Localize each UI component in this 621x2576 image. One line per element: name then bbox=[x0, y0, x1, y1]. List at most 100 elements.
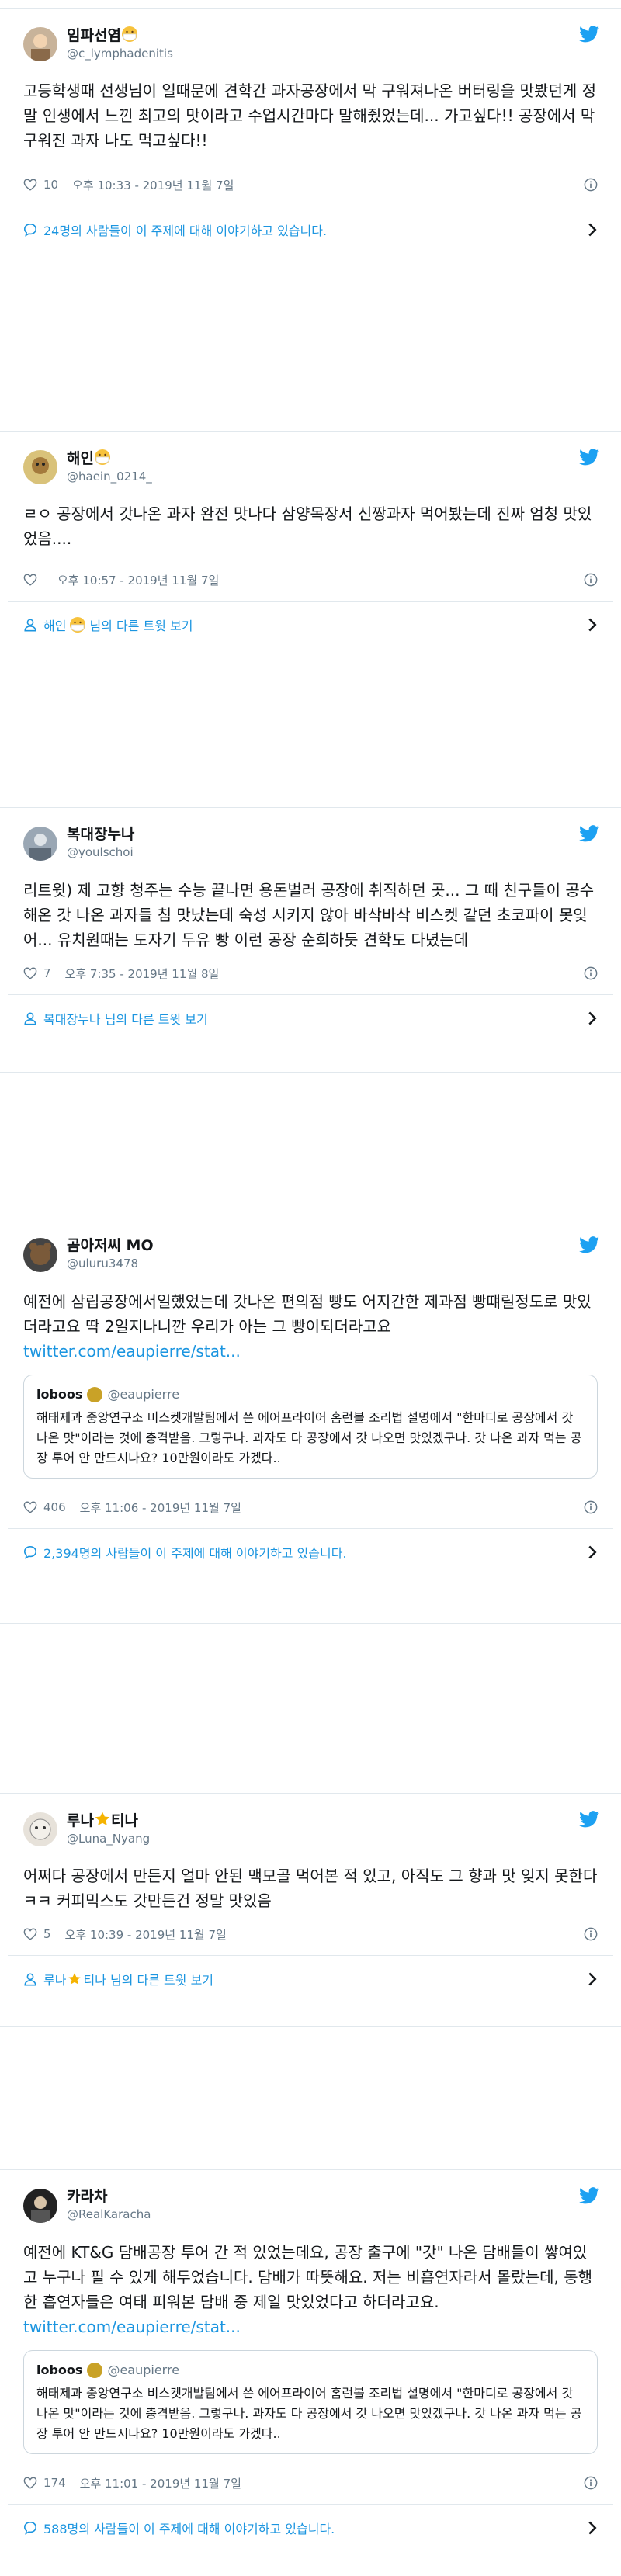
timestamp[interactable]: 오후 7:35 - 2019년 11월 8일 bbox=[65, 966, 220, 982]
timestamp[interactable]: 오후 10:33 - 2019년 11월 7일 bbox=[72, 177, 234, 193]
mask-emoji-icon bbox=[121, 26, 138, 43]
info-icon[interactable] bbox=[584, 1927, 598, 1941]
tweet-link[interactable]: twitter.com/eaupierre/stat... bbox=[23, 2318, 241, 2336]
quoted-tweet[interactable]: loboos @eaupierre 해태제과 중앙연구소 비스켓개발팀에서 쓴 … bbox=[23, 1375, 598, 1479]
timestamp[interactable]: 오후 10:39 - 2019년 11월 7일 bbox=[65, 1926, 227, 1943]
heart-icon[interactable] bbox=[23, 1927, 37, 1941]
profile-link[interactable]: 복대장누나 님의 다른 트윗 보기 bbox=[8, 994, 613, 1042]
twitter-bird-icon[interactable] bbox=[579, 26, 599, 43]
profile-link-suffix: 님의 다른 트윗 보기 bbox=[104, 1012, 208, 1027]
conversation-link[interactable]: 24명의 사람들이 이 주제에 대해 이야기하고 있습니다. bbox=[8, 206, 613, 253]
handle[interactable]: @c_lymphadenitis bbox=[67, 45, 173, 62]
tweet-text-body: 예전에 KT&G 담배공장 투어 간 적 있었는데요, 공장 출구에 "갓" 나… bbox=[23, 2243, 593, 2311]
profile-link-name: 루나 bbox=[43, 1973, 67, 1988]
tweet-text: 어쩌다 공장에서 만든지 얼마 안된 맥모골 먹어본 적 있고, 아직도 그 향… bbox=[23, 1867, 598, 1910]
display-name[interactable]: 복대장누나 bbox=[67, 825, 134, 844]
handle[interactable]: @haein_0214_ bbox=[67, 468, 152, 485]
tweet-text: 예전에 삼립공장에서일했었는데 갓나온 편의점 빵도 어지간한 제과점 빵떄릴정… bbox=[23, 1289, 598, 1364]
quoted-tweet[interactable]: loboos @eaupierre 해태제과 중앙연구소 비스켓개발팀에서 쓴 … bbox=[23, 2350, 598, 2454]
twitter-bird-icon[interactable] bbox=[579, 2187, 599, 2204]
person-icon bbox=[23, 1011, 37, 1025]
conversation-link[interactable]: 588명의 사람들이 이 주제에 대해 이야기하고 있습니다. bbox=[8, 2504, 613, 2551]
quoted-tweet-header: loboos @eaupierre bbox=[36, 2360, 585, 2380]
mask-emoji-icon bbox=[94, 449, 111, 466]
info-icon[interactable] bbox=[584, 1500, 598, 1514]
handle[interactable]: @RealKaracha bbox=[67, 2206, 151, 2223]
timestamp[interactable]: 오후 11:01 - 2019년 11월 7일 bbox=[80, 2475, 241, 2491]
avatar[interactable] bbox=[23, 27, 57, 61]
tweet-text: ㄹㅇ 공장에서 갓나온 과자 완전 맛나다 삼양목장서 신짱과자 먹어봤는데 진… bbox=[23, 504, 592, 548]
chat-bubble-icon bbox=[23, 2521, 37, 2535]
twitter-bird-icon[interactable] bbox=[579, 825, 599, 842]
quoted-text: 해태제과 중앙연구소 비스켓개발팀에서 쓴 에어프라이어 홈런볼 조리법 설명에… bbox=[36, 2386, 582, 2441]
tweet-card[interactable]: 임파선염 @c_lymphadenitis 고등학생때 선생님이 일때문에 견학… bbox=[0, 8, 621, 335]
tweet-meta: 406 오후 11:06 - 2019년 11월 7일 bbox=[23, 1486, 598, 1528]
person-icon bbox=[23, 618, 37, 632]
info-icon[interactable] bbox=[584, 178, 598, 192]
display-name-text: 임파선염 bbox=[67, 27, 121, 44]
chevron-right-icon bbox=[587, 617, 598, 633]
tweet-header: 해인 @haein_0214_ bbox=[0, 432, 621, 501]
star-emoji-icon bbox=[68, 1972, 82, 1986]
quoted-avatar bbox=[87, 1387, 103, 1402]
info-icon[interactable] bbox=[584, 573, 598, 587]
profile-link-suffix: 님의 다른 트윗 보기 bbox=[89, 619, 193, 633]
info-icon[interactable] bbox=[584, 966, 598, 980]
timestamp[interactable]: 오후 11:06 - 2019년 11월 7일 bbox=[80, 1499, 241, 1516]
heart-icon[interactable] bbox=[23, 178, 37, 192]
conversation-text: 2,394명의 사람들이 이 주제에 대해 이야기하고 있습니다. bbox=[43, 1546, 347, 1561]
heart-icon[interactable] bbox=[23, 966, 37, 980]
avatar[interactable] bbox=[23, 1812, 57, 1846]
info-icon[interactable] bbox=[584, 2476, 598, 2490]
display-name[interactable]: 루나 티나 bbox=[67, 1811, 150, 1830]
profile-link-name: 해인 bbox=[43, 619, 67, 633]
like-count: 174 bbox=[43, 2476, 66, 2490]
tweet-text: 고등학생때 선생님이 일때문에 견학간 과자공장에서 막 구워져나온 버터링을 … bbox=[23, 81, 597, 150]
avatar[interactable] bbox=[23, 1238, 57, 1272]
profile-link[interactable]: 루나 티나 님의 다른 트윗 보기 bbox=[8, 1955, 613, 2002]
display-name[interactable]: 해인 bbox=[67, 449, 152, 468]
quoted-text: 해태제과 중앙연구소 비스켓개발팀에서 쓴 에어프라이어 홈런볼 조리법 설명에… bbox=[36, 1410, 582, 1465]
heart-icon[interactable] bbox=[23, 1500, 37, 1514]
display-name-suffix: 티나 bbox=[110, 1812, 138, 1829]
mask-emoji-icon bbox=[69, 616, 86, 633]
twitter-bird-icon[interactable] bbox=[579, 1811, 599, 1828]
tweet-header: 카라차 @RealKaracha bbox=[0, 2170, 621, 2240]
tweet-card[interactable]: 해인 @haein_0214_ ㄹㅇ 공장에서 갓나온 과자 완전 맛나다 삼양… bbox=[0, 431, 621, 657]
chat-bubble-icon bbox=[23, 223, 37, 237]
tweet-card[interactable]: 카라차 @RealKaracha 예전에 KT&G 담배공장 투어 간 적 있었… bbox=[0, 2169, 621, 2576]
tweet-link[interactable]: twitter.com/eaupierre/stat... bbox=[23, 1342, 241, 1361]
conversation-text: 588명의 사람들이 이 주제에 대해 이야기하고 있습니다. bbox=[43, 2522, 335, 2536]
twitter-bird-icon[interactable] bbox=[579, 449, 599, 466]
handle[interactable]: @youlschoi bbox=[67, 844, 134, 861]
twitter-bird-icon[interactable] bbox=[579, 1236, 599, 1253]
quoted-handle: @eaupierre bbox=[107, 2363, 180, 2377]
avatar[interactable] bbox=[23, 827, 57, 861]
timestamp[interactable]: 오후 10:57 - 2019년 11월 7일 bbox=[57, 572, 219, 588]
tweet-meta: 오후 10:57 - 2019년 11월 7일 bbox=[23, 559, 598, 601]
handle[interactable]: @uluru3478 bbox=[67, 1255, 154, 1272]
avatar[interactable] bbox=[23, 450, 57, 484]
tweet-card[interactable]: 루나 티나 @Luna_Nyang 어쩌다 공장에서 만든지 얼마 안된 맥모골 … bbox=[0, 1793, 621, 2027]
conversation-link[interactable]: 2,394명의 사람들이 이 주제에 대해 이야기하고 있습니다. bbox=[8, 1528, 613, 1576]
tweet-text: 리트윗) 제 고향 청주는 수능 끝나면 용돈벌러 공장에 취직하던 곳... … bbox=[23, 881, 595, 949]
display-name[interactable]: 곰아저씨 MO bbox=[67, 1236, 154, 1255]
quoted-avatar bbox=[87, 2363, 103, 2378]
like-count: 10 bbox=[43, 178, 59, 192]
profile-link[interactable]: 해인 님의 다른 트윗 보기 bbox=[8, 601, 613, 648]
heart-icon[interactable] bbox=[23, 573, 37, 587]
tweet-text-body: 예전에 삼립공장에서일했었는데 갓나온 편의점 빵도 어지간한 제과점 빵떄릴정… bbox=[23, 1292, 592, 1336]
tweet-card[interactable]: 곰아저씨 MO @uluru3478 예전에 삼립공장에서일했었는데 갓나온 편… bbox=[0, 1219, 621, 1624]
avatar[interactable] bbox=[23, 2189, 57, 2223]
chat-bubble-icon bbox=[23, 1545, 37, 1559]
display-name[interactable]: 카라차 bbox=[67, 2187, 151, 2206]
tweet-card[interactable]: 복대장누나 @youlschoi 리트윗) 제 고향 청주는 수능 끝나면 용돈… bbox=[0, 807, 621, 1073]
heart-icon[interactable] bbox=[23, 2476, 37, 2490]
handle[interactable]: @Luna_Nyang bbox=[67, 1830, 150, 1847]
tweet-meta: 5 오후 10:39 - 2019년 11월 7일 bbox=[23, 1913, 598, 1955]
profile-link-suffix: 님의 다른 트윗 보기 bbox=[110, 1973, 214, 1988]
tweet-meta: 174 오후 11:01 - 2019년 11월 7일 bbox=[23, 2462, 598, 2504]
chevron-right-icon bbox=[587, 1011, 598, 1026]
display-name[interactable]: 임파선염 bbox=[67, 26, 173, 45]
conversation-text: 24명의 사람들이 이 주제에 대해 이야기하고 있습니다. bbox=[43, 224, 328, 238]
